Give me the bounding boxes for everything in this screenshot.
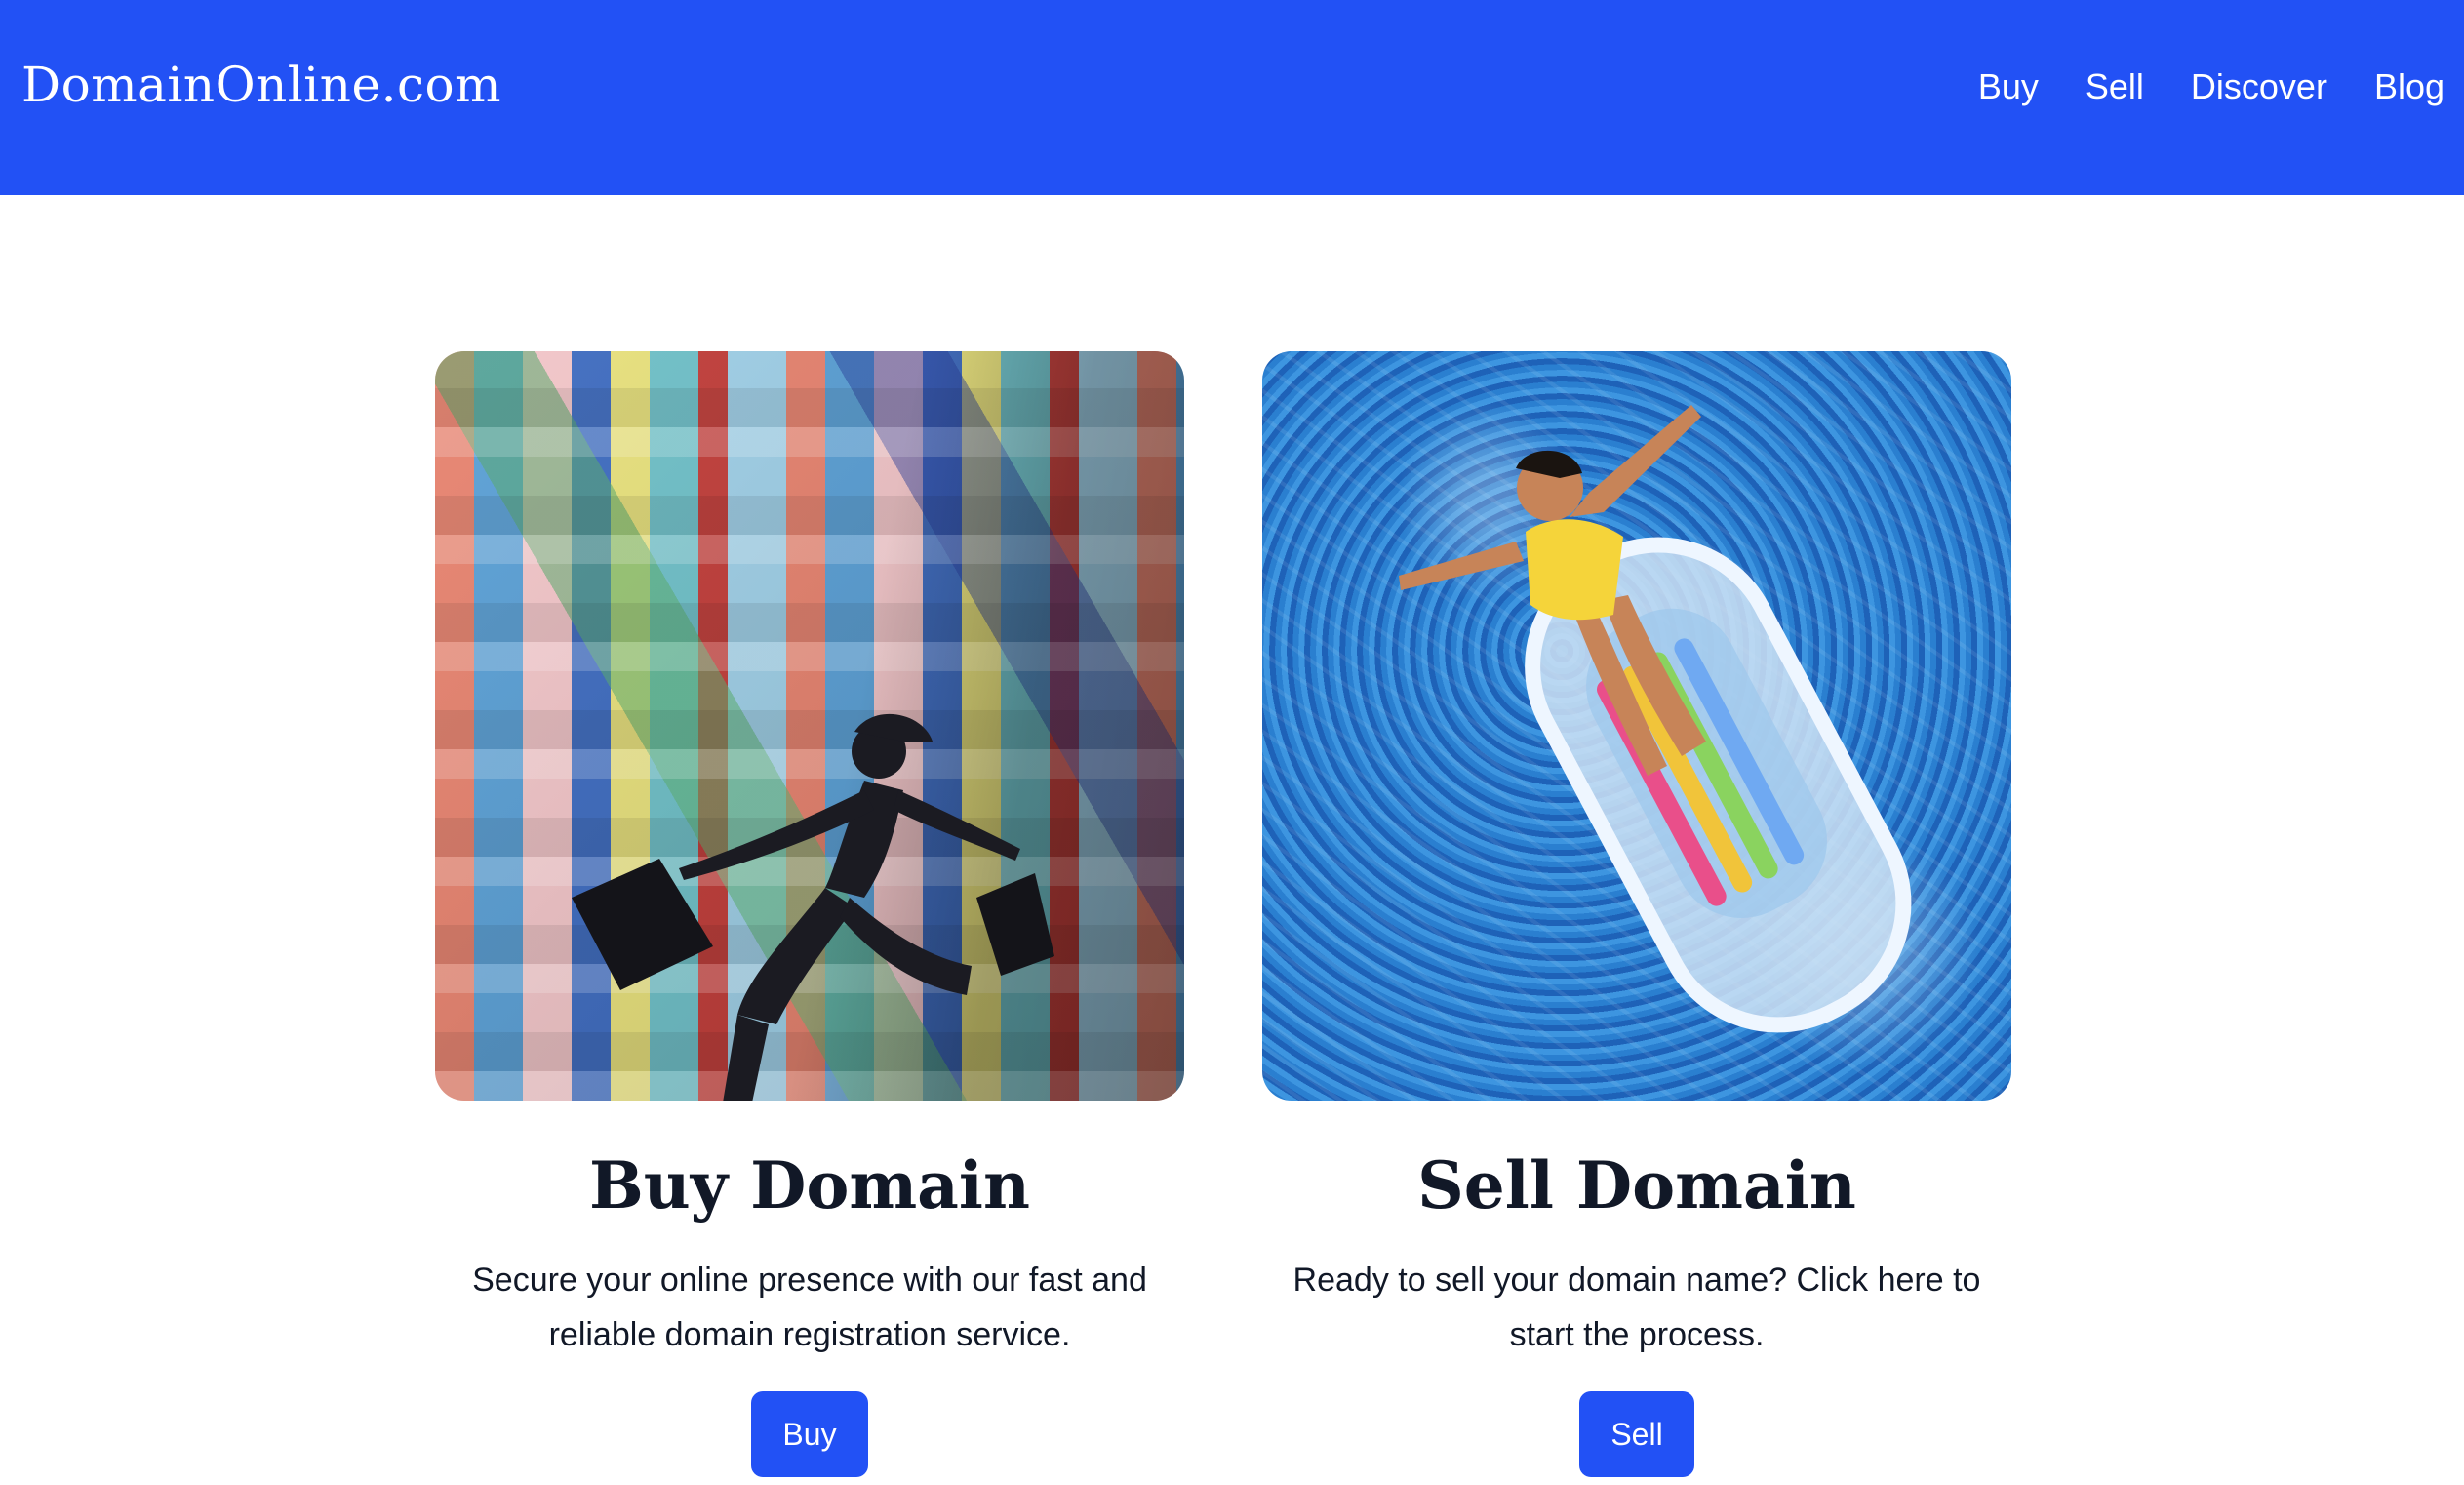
nav-link-blog[interactable]: Blog	[2374, 66, 2444, 107]
top-navbar: DomainOnline.com Buy Sell Discover Blog	[0, 0, 2464, 195]
sell-domain-card: Sell Domain Ready to sell your domain na…	[1262, 351, 2011, 1477]
buy-card-description: Secure your online presence with our fas…	[472, 1262, 1147, 1353]
buy-button[interactable]: Buy	[751, 1391, 868, 1477]
nav-link-sell[interactable]: Sell	[2086, 66, 2144, 107]
main-nav: Buy Sell Discover Blog	[1978, 66, 2444, 107]
nav-link-discover[interactable]: Discover	[2191, 66, 2327, 107]
sell-button[interactable]: Sell	[1579, 1391, 1694, 1477]
buy-card-image	[435, 351, 1184, 1101]
site-logo[interactable]: DomainOnline.com	[21, 57, 501, 113]
buy-domain-card: Buy Domain Secure your online presence w…	[435, 351, 1184, 1477]
sell-card-image	[1262, 351, 2011, 1101]
sell-card-title: Sell Domain	[1417, 1147, 1856, 1224]
nav-link-buy[interactable]: Buy	[1978, 66, 2039, 107]
buy-card-title: Buy Domain	[588, 1147, 1030, 1224]
shopper-silhouette	[572, 713, 1054, 1101]
pool-float-swimmer	[1399, 405, 1912, 1033]
sell-card-description: Ready to sell your domain name? Click he…	[1292, 1262, 1981, 1353]
